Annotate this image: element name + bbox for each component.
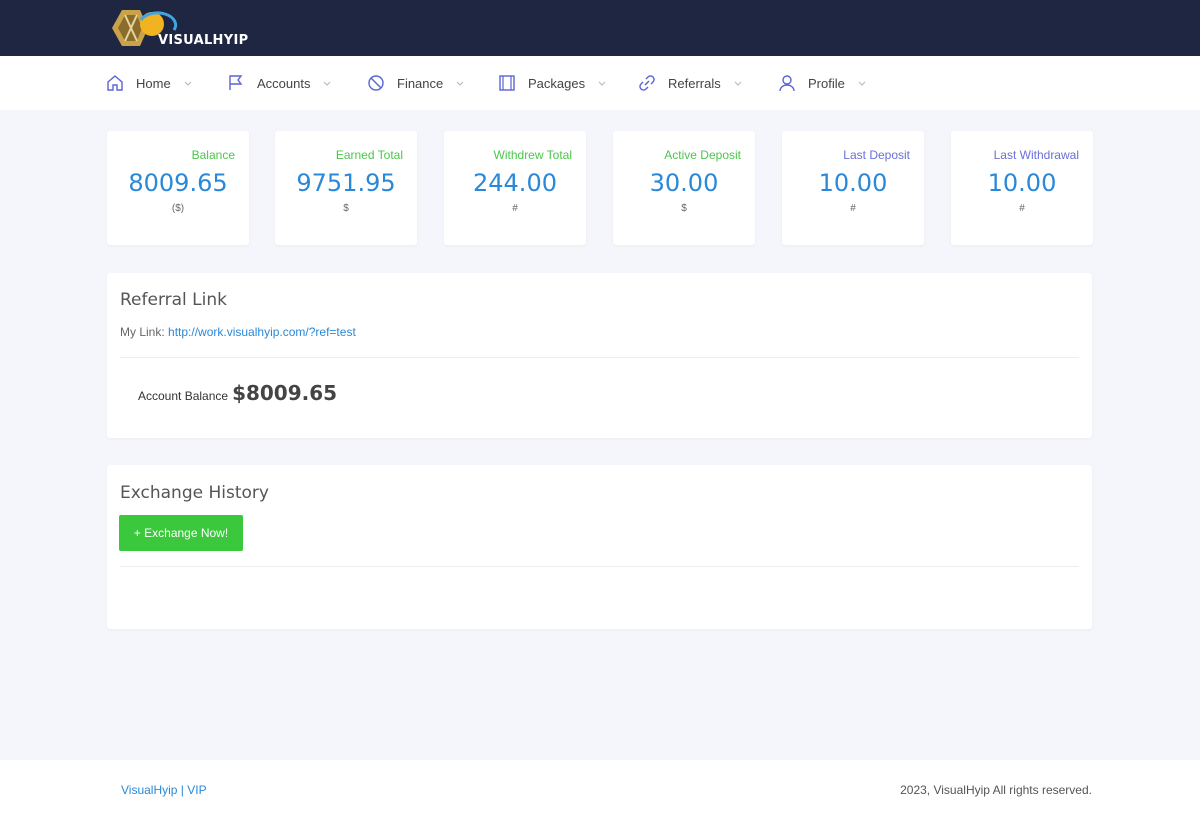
stat-card-balance: Balance 8009.65 ($) xyxy=(107,131,249,245)
my-link-row: My Link: http://work.visualhyip.com/?ref… xyxy=(120,325,356,339)
stat-label: Last Deposit xyxy=(843,148,910,162)
stat-card-active-deposit: Active Deposit 30.00 $ xyxy=(613,131,755,245)
brand-logo[interactable]: VISUALHYIP xyxy=(108,6,258,50)
packages-icon xyxy=(499,75,515,91)
nav-item-profile[interactable]: Profile xyxy=(778,56,867,110)
account-balance-label: Account Balance xyxy=(138,389,229,403)
account-balance-value: $8009.65 xyxy=(232,381,338,405)
footer: VisualHyip | VIP 2023, VisualHyip All ri… xyxy=(0,760,1200,820)
stat-value: 8009.65 xyxy=(128,169,228,197)
stat-unit: ($) xyxy=(171,203,185,214)
link-icon xyxy=(639,75,655,91)
nav-label: Accounts xyxy=(257,75,311,91)
finance-icon xyxy=(368,75,384,91)
chevron-down-icon xyxy=(184,81,192,86)
nav-label: Profile xyxy=(808,75,845,91)
exchange-history-panel: Exchange History + Exchange Now! xyxy=(107,465,1092,629)
flag-icon xyxy=(229,75,243,90)
stat-card-last-deposit: Last Deposit 10.00 # xyxy=(782,131,924,245)
stat-unit: $ xyxy=(343,203,349,214)
footer-brand-link[interactable]: VisualHyip | VIP xyxy=(121,783,207,797)
main-nav: Home Accounts Finance Packages Referrals… xyxy=(0,56,1200,110)
nav-label: Referrals xyxy=(668,75,721,91)
stat-value: 10.00 xyxy=(818,169,888,197)
chevron-down-icon xyxy=(858,81,866,86)
brand-name: VISUALHYIP xyxy=(158,33,249,48)
chevron-down-icon xyxy=(324,81,331,86)
stat-unit: # xyxy=(512,203,518,214)
stat-label: Withdrew Total xyxy=(493,148,572,162)
referral-link[interactable]: http://work.visualhyip.com/?ref=test xyxy=(168,325,356,339)
nav-item-finance[interactable]: Finance xyxy=(367,56,465,110)
footer-left: VisualHyip | VIP xyxy=(121,783,207,797)
exchange-history-title: Exchange History xyxy=(120,483,269,503)
my-link-label: My Link: xyxy=(120,325,165,339)
stat-label: Balance xyxy=(191,148,235,162)
stat-value: 10.00 xyxy=(987,169,1057,197)
nav-item-accounts[interactable]: Accounts xyxy=(227,56,332,110)
referral-panel: Referral Link My Link: http://work.visua… xyxy=(107,273,1092,438)
divider xyxy=(120,357,1079,358)
nav-item-referrals[interactable]: Referrals xyxy=(638,56,743,110)
stat-unit: $ xyxy=(681,203,687,214)
exchange-now-button[interactable]: + Exchange Now! xyxy=(119,515,243,551)
referral-panel-title: Referral Link xyxy=(120,290,227,310)
stat-label: Last Withdrawal xyxy=(993,148,1079,162)
account-balance-row: Account Balance $8009.65 xyxy=(138,381,337,405)
divider xyxy=(120,566,1079,567)
footer-copyright: 2023, VisualHyip All rights reserved. xyxy=(900,783,1092,797)
stat-value: 30.00 xyxy=(649,169,719,197)
stat-label: Earned Total xyxy=(335,148,403,162)
stat-value: 244.00 xyxy=(473,169,557,197)
nav-item-packages[interactable]: Packages xyxy=(498,56,607,110)
stat-card-earned-total: Earned Total 9751.95 $ xyxy=(275,131,417,245)
chevron-down-icon xyxy=(734,81,742,86)
home-icon xyxy=(107,75,123,91)
user-icon xyxy=(779,75,795,92)
chevron-down-icon xyxy=(598,81,606,86)
stat-unit: # xyxy=(1019,203,1025,214)
chevron-down-icon xyxy=(456,81,464,86)
top-bar: VISUALHYIP xyxy=(0,0,1200,56)
nav-label: Home xyxy=(136,75,171,91)
stat-unit: # xyxy=(850,203,856,214)
stat-card-last-withdrawal: Last Withdrawal 10.00 # xyxy=(951,131,1093,245)
stat-label: Active Deposit xyxy=(664,148,741,162)
stat-value: 9751.95 xyxy=(296,169,396,197)
nav-label: Finance xyxy=(397,75,444,91)
stat-card-withdrew-total: Withdrew Total 244.00 # xyxy=(444,131,586,245)
nav-label: Packages xyxy=(528,75,586,91)
nav-item-home[interactable]: Home xyxy=(106,56,193,110)
